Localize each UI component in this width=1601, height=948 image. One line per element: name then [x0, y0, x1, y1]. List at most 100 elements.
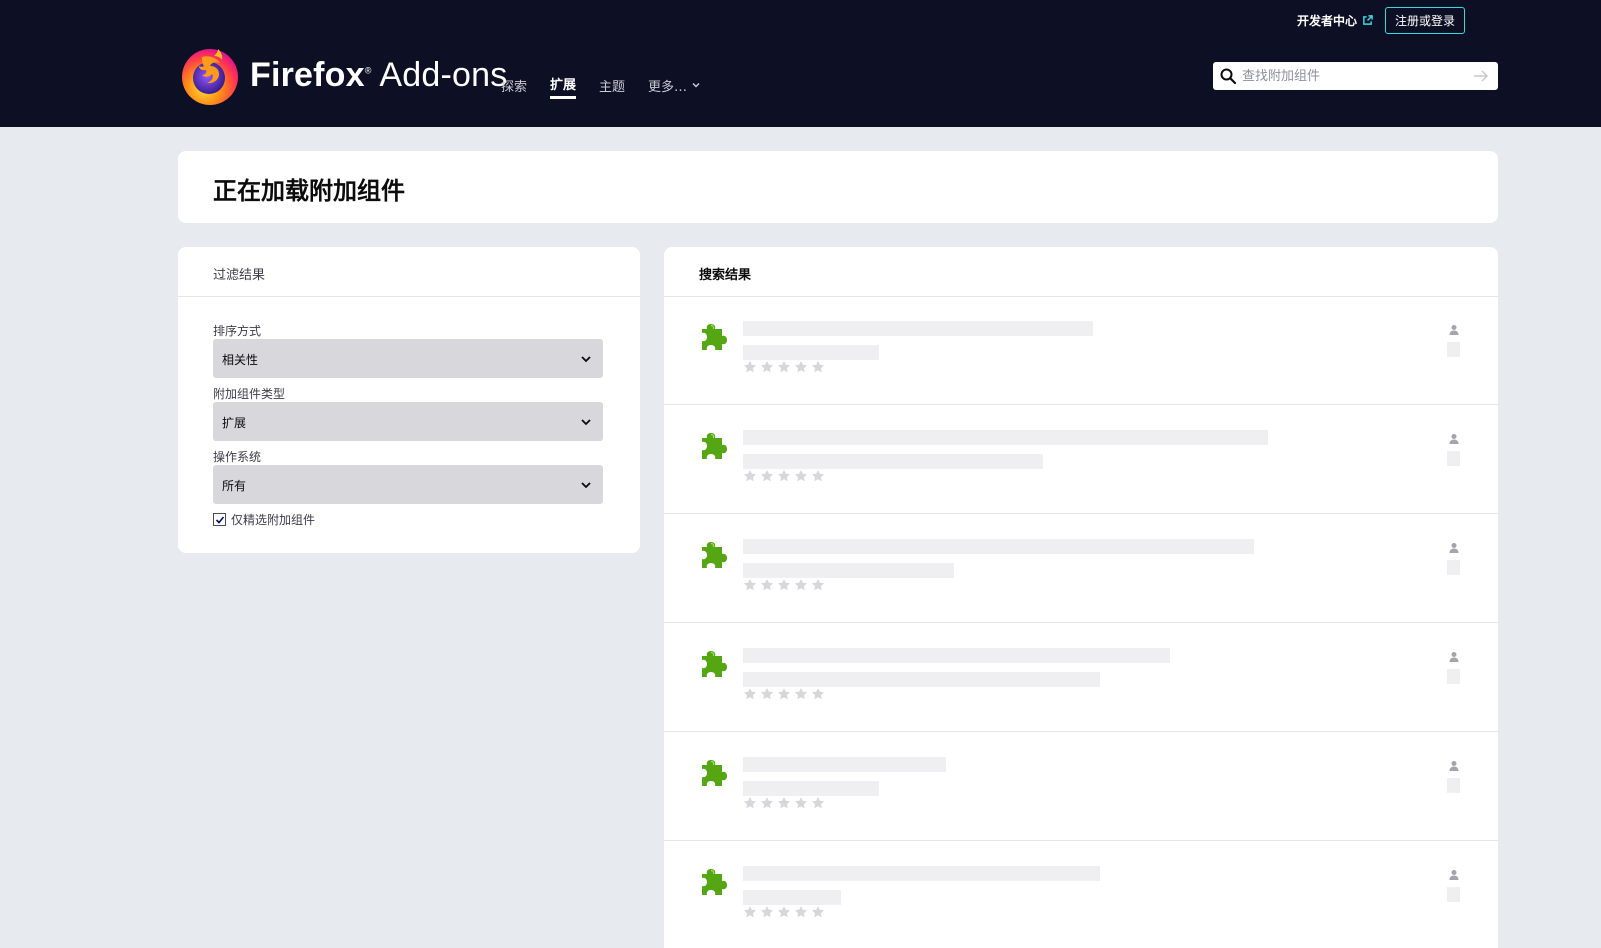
nav-themes[interactable]: 主题 — [599, 74, 625, 99]
star-icon — [778, 797, 790, 809]
title-skeleton — [743, 866, 1100, 881]
user-icon — [1449, 325, 1459, 335]
chevron-down-icon — [581, 419, 591, 426]
nav-explore[interactable]: 探索 — [501, 74, 527, 99]
user-icon — [1449, 652, 1459, 662]
star-icon — [744, 361, 756, 373]
type-select[interactable]: 扩展 — [213, 402, 603, 441]
star-icon — [761, 797, 773, 809]
puzzle-piece-icon — [702, 542, 727, 568]
user-count-skeleton — [1447, 451, 1460, 466]
puzzle-piece-icon — [702, 324, 727, 350]
sort-select-value: 相关性 — [222, 353, 259, 367]
site-logo[interactable]: Firefox® Add-ons — [178, 43, 507, 107]
result-placeholder-row[interactable] — [664, 515, 1498, 623]
puzzle-piece-icon — [702, 651, 727, 677]
logo-suffix: Add-ons — [379, 55, 508, 94]
firefox-logo-icon — [182, 49, 238, 105]
main-nav: 探索 扩展 主题 更多… — [501, 74, 701, 99]
star-icon — [761, 470, 773, 482]
logo-trademark: ® — [364, 65, 372, 76]
star-icon — [778, 688, 790, 700]
chevron-down-icon — [581, 356, 591, 363]
summary-skeleton — [743, 781, 879, 796]
recommended-only-label: 仅精选附加组件 — [231, 513, 316, 527]
star-icon — [778, 361, 790, 373]
result-placeholder-row[interactable] — [664, 297, 1498, 405]
star-icon — [744, 797, 756, 809]
result-placeholder-row[interactable] — [664, 733, 1498, 841]
chevron-down-icon — [692, 82, 700, 88]
puzzle-piece-icon — [702, 869, 727, 895]
user-icon — [1449, 870, 1459, 880]
title-card: 正在加载附加组件 — [178, 151, 1498, 223]
logo-brand: Firefox — [250, 55, 365, 94]
os-select[interactable]: 所有 — [213, 465, 603, 504]
star-icon — [812, 688, 824, 700]
result-placeholder-row[interactable] — [664, 624, 1498, 732]
star-icon — [812, 906, 824, 918]
rating-stars — [743, 469, 825, 483]
star-icon — [761, 906, 773, 918]
title-skeleton — [743, 321, 1093, 336]
developer-hub-link[interactable]: 开发者中心 — [1297, 12, 1373, 29]
star-icon — [744, 579, 756, 591]
result-placeholder-row[interactable] — [664, 842, 1498, 948]
star-icon — [795, 688, 807, 700]
puzzle-piece-icon — [702, 760, 727, 786]
filter-card: 过滤结果 排序方式 相关性 附加组件类型 扩展 操作系统 所有 仅精选附加组件 — [178, 247, 640, 553]
star-icon — [812, 361, 824, 373]
user-count-skeleton — [1447, 887, 1460, 902]
title-skeleton — [743, 430, 1268, 445]
user-count-skeleton — [1447, 342, 1460, 357]
nav-more-label: 更多… — [648, 79, 688, 95]
site-header: 开发者中心 注册或登录 Firefox® Add-ons 探索 扩展 主题 更多… — [0, 0, 1601, 127]
rating-stars — [743, 796, 825, 810]
summary-skeleton — [743, 454, 1043, 469]
user-count-skeleton — [1447, 560, 1460, 575]
star-icon — [812, 470, 824, 482]
results-card: 搜索结果 — [664, 247, 1498, 948]
rating-stars — [743, 578, 825, 592]
result-placeholder-row[interactable] — [664, 406, 1498, 514]
rating-stars — [743, 687, 825, 701]
nav-more[interactable]: 更多… — [648, 74, 701, 99]
developer-hub-label: 开发者中心 — [1296, 14, 1357, 28]
star-icon — [812, 579, 824, 591]
nav-extensions[interactable]: 扩展 — [550, 74, 577, 99]
user-icon — [1449, 761, 1459, 771]
star-icon — [761, 361, 773, 373]
type-select-value: 扩展 — [222, 416, 247, 430]
star-icon — [812, 797, 824, 809]
user-count-skeleton — [1447, 778, 1460, 793]
filter-heading: 过滤结果 — [178, 247, 640, 297]
star-icon — [795, 906, 807, 918]
user-count-skeleton — [1447, 669, 1460, 684]
results-heading: 搜索结果 — [664, 247, 1498, 297]
sort-label: 排序方式 — [213, 324, 262, 338]
title-skeleton — [743, 757, 946, 772]
star-icon — [761, 688, 773, 700]
search-input[interactable] — [1242, 68, 1462, 84]
external-link-icon — [1363, 15, 1373, 25]
star-icon — [744, 688, 756, 700]
star-icon — [744, 470, 756, 482]
star-icon — [795, 579, 807, 591]
sort-select[interactable]: 相关性 — [213, 339, 603, 378]
arrow-right-icon[interactable] — [1472, 67, 1490, 85]
top-links: 开发者中心 注册或登录 — [1297, 7, 1465, 34]
user-icon — [1449, 434, 1459, 444]
rating-stars — [743, 905, 825, 919]
recommended-only-checkbox[interactable] — [213, 513, 226, 526]
star-icon — [761, 579, 773, 591]
rating-stars — [743, 360, 825, 374]
page-title: 正在加载附加组件 — [213, 177, 405, 205]
chevron-down-icon — [581, 482, 591, 489]
summary-skeleton — [743, 890, 841, 905]
register-login-button[interactable]: 注册或登录 — [1384, 7, 1465, 34]
star-icon — [795, 361, 807, 373]
title-skeleton — [743, 539, 1254, 554]
type-label: 附加组件类型 — [213, 387, 286, 401]
recommended-only-checkbox-row[interactable]: 仅精选附加组件 — [213, 511, 315, 528]
title-skeleton — [743, 648, 1170, 663]
